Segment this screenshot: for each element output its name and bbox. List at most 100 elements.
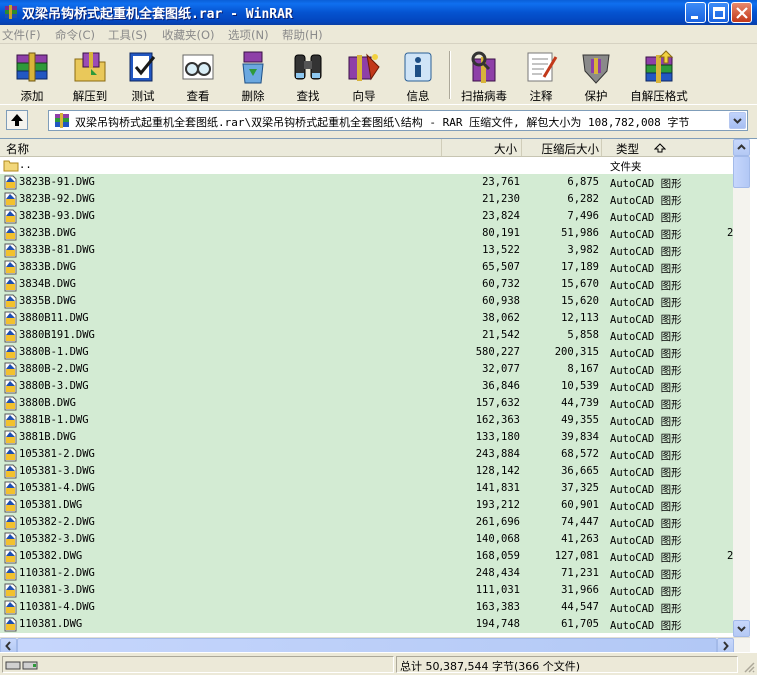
file-row[interactable]: 3880B-1.DWG 580,227 200,315 AutoCAD 图形 [0,344,733,361]
file-name: 3880B-3.DWG [19,380,89,392]
file-row[interactable]: 105382-2.DWG 261,696 74,447 AutoCAD 图形 [0,514,733,531]
file-name: 3881B.DWG [19,431,76,443]
resize-grip-icon[interactable] [743,661,755,673]
file-row[interactable]: 105381-2.DWG 243,884 68,572 AutoCAD 图形 [0,446,733,463]
horizontal-scrollbar[interactable] [0,637,750,652]
file-row[interactable]: 3823B-92.DWG 21,230 6,282 AutoCAD 图形 [0,191,733,208]
view-button[interactable]: 查看 [170,47,226,103]
file-row[interactable]: 3835B.DWG 60,938 15,620 AutoCAD 图形 [0,293,733,310]
file-row[interactable]: 110381-3.DWG 111,031 31,966 AutoCAD 图形 [0,582,733,599]
drive-icon[interactable] [5,659,41,671]
file-row[interactable]: 3880B11.DWG 38,062 12,113 AutoCAD 图形 [0,310,733,327]
menu-file[interactable]: 文件(F) [2,27,41,42]
scroll-left-button[interactable] [0,638,17,652]
toolbar-separator [449,51,451,99]
extract-to-button[interactable]: 解压到 [62,47,118,103]
scroll-right-button[interactable] [717,638,734,652]
file-row[interactable]: 3833B.DWG 65,507 17,189 AutoCAD 图形 [0,259,733,276]
file-size: 128,142 [475,465,520,477]
file-row[interactable]: 3880B.DWG 157,632 44,739 AutoCAD 图形 [0,395,733,412]
file-size: 21,230 [482,193,520,205]
file-type: AutoCAD 图形 [610,314,682,326]
file-type: AutoCAD 图形 [610,433,682,445]
vertical-scroll-thumb[interactable] [733,156,750,188]
vertical-scrollbar[interactable] [733,139,750,637]
file-packed-size: 44,547 [561,601,599,613]
file-row[interactable]: 110381-4.DWG 163,383 44,547 AutoCAD 图形 [0,599,733,616]
scroll-up-button[interactable] [733,139,750,156]
file-row[interactable]: 3834B.DWG 60,732 15,670 AutoCAD 图形 [0,276,733,293]
file-type: AutoCAD 图形 [610,348,682,360]
status-bar: 总计 50,387,544 字节(366 个文件) [0,652,757,675]
column-name[interactable]: 名称 [0,139,442,156]
menu-help[interactable]: 帮助(H) [282,27,323,42]
address-bar: 双梁吊钩桥式起重机全套图纸.rar\双梁吊钩桥式起重机全套图纸\结构 - RAR… [0,106,757,134]
find-button[interactable]: 查找 [280,47,336,103]
wizard-button[interactable]: 向导 [336,47,392,103]
menu-tools[interactable]: 工具(S) [108,27,147,42]
file-packed-size: 41,263 [561,533,599,545]
add-button[interactable]: 添加 [4,47,60,103]
parent-folder-row[interactable]: .. 文件夹 [0,157,733,174]
file-size: 162,363 [475,414,520,426]
parent-folder-type: 文件夹 [610,161,642,173]
file-row[interactable]: 3823B.DWG 80,191 51,986 AutoCAD 图形 2 [0,225,733,242]
file-row[interactable]: 105381-3.DWG 128,142 36,665 AutoCAD 图形 [0,463,733,480]
horizontal-scroll-thumb[interactable] [17,638,717,652]
menu-favorites[interactable]: 收藏夹(O) [162,27,215,42]
file-row[interactable]: 105381-4.DWG 141,831 37,325 AutoCAD 图形 [0,480,733,497]
column-size[interactable]: 大小 [442,139,522,156]
info-button[interactable]: 信息 [392,47,444,103]
file-row[interactable]: 3881B-1.DWG 162,363 49,355 AutoCAD 图形 [0,412,733,429]
file-name: 3835B.DWG [19,295,76,307]
file-row[interactable]: 105381.DWG 193,212 60,901 AutoCAD 图形 [0,497,733,514]
file-row[interactable]: 3880B-3.DWG 36,846 10,539 AutoCAD 图形 [0,378,733,395]
protect-button[interactable]: 保护 [570,47,622,103]
file-name: 3823B-92.DWG [19,193,95,205]
test-button[interactable]: 测试 [118,47,168,103]
status-left-pane [2,656,394,673]
menu-options[interactable]: 选项(N) [228,27,269,42]
sfx-button[interactable]: 自解压格式 [624,47,694,103]
column-packed[interactable]: 压缩后大小 [522,139,602,156]
close-button[interactable] [731,2,752,23]
menu-commands[interactable]: 命令(C) [55,27,95,42]
dwg-file-icon [4,600,17,615]
file-row[interactable]: 110381-2.DWG 248,434 71,231 AutoCAD 图形 [0,565,733,582]
test-check-icon [129,52,156,82]
minimize-button[interactable] [685,2,706,23]
address-field[interactable]: 双梁吊钩桥式起重机全套图纸.rar\双梁吊钩桥式起重机全套图纸\结构 - RAR… [48,110,748,131]
scan-virus-button[interactable]: 扫描病毒 [454,47,514,103]
winrar-app-icon[interactable] [4,5,18,19]
file-row[interactable]: 3880B-2.DWG 32,077 8,167 AutoCAD 图形 [0,361,733,378]
file-row[interactable]: 105382-3.DWG 140,068 41,263 AutoCAD 图形 [0,531,733,548]
file-type: AutoCAD 图形 [610,178,682,190]
file-packed-size: 71,231 [561,567,599,579]
column-type-label: 类型 [616,142,639,156]
address-path: 双梁吊钩桥式起重机全套图纸.rar\双梁吊钩桥式起重机全套图纸\结构 - RAR… [75,116,690,129]
file-type: AutoCAD 图形 [610,535,682,547]
comment-button[interactable]: 注释 [516,47,566,103]
delete-button[interactable]: 删除 [226,47,280,103]
file-row[interactable]: 3823B-91.DWG 23,761 6,875 AutoCAD 图形 [0,174,733,191]
dwg-file-icon [4,549,17,564]
file-size: 163,383 [475,601,520,613]
file-name: 3833B-81.DWG [19,244,95,256]
up-folder-button[interactable] [6,110,28,130]
title-bar[interactable]: 双梁吊钩桥式起重机全套图纸.rar - WinRAR [0,0,757,25]
file-row[interactable]: 3881B.DWG 133,180 39,834 AutoCAD 图形 [0,429,733,446]
scroll-down-button[interactable] [733,620,750,637]
address-dropdown-button[interactable] [729,112,746,129]
file-row[interactable]: 105382.DWG 168,059 127,081 AutoCAD 图形 2 [0,548,733,565]
dwg-file-icon [4,192,17,207]
file-row[interactable]: 3823B-93.DWG 23,824 7,496 AutoCAD 图形 [0,208,733,225]
file-type: AutoCAD 图形 [610,195,682,207]
column-type[interactable]: 类型 [602,139,733,156]
file-list[interactable]: 名称 大小 压缩后大小 类型 .. 文件夹 3823B-91.DWG 23,761… [0,138,757,652]
dwg-file-icon [4,583,17,598]
file-row[interactable]: 3833B-81.DWG 13,522 3,982 AutoCAD 图形 [0,242,733,259]
file-row[interactable]: 110381.DWG 194,748 61,705 AutoCAD 图形 [0,616,733,633]
file-row[interactable]: 3880B191.DWG 21,542 5,858 AutoCAD 图形 [0,327,733,344]
maximize-button[interactable] [708,2,729,23]
file-name: 3823B-93.DWG [19,210,95,222]
